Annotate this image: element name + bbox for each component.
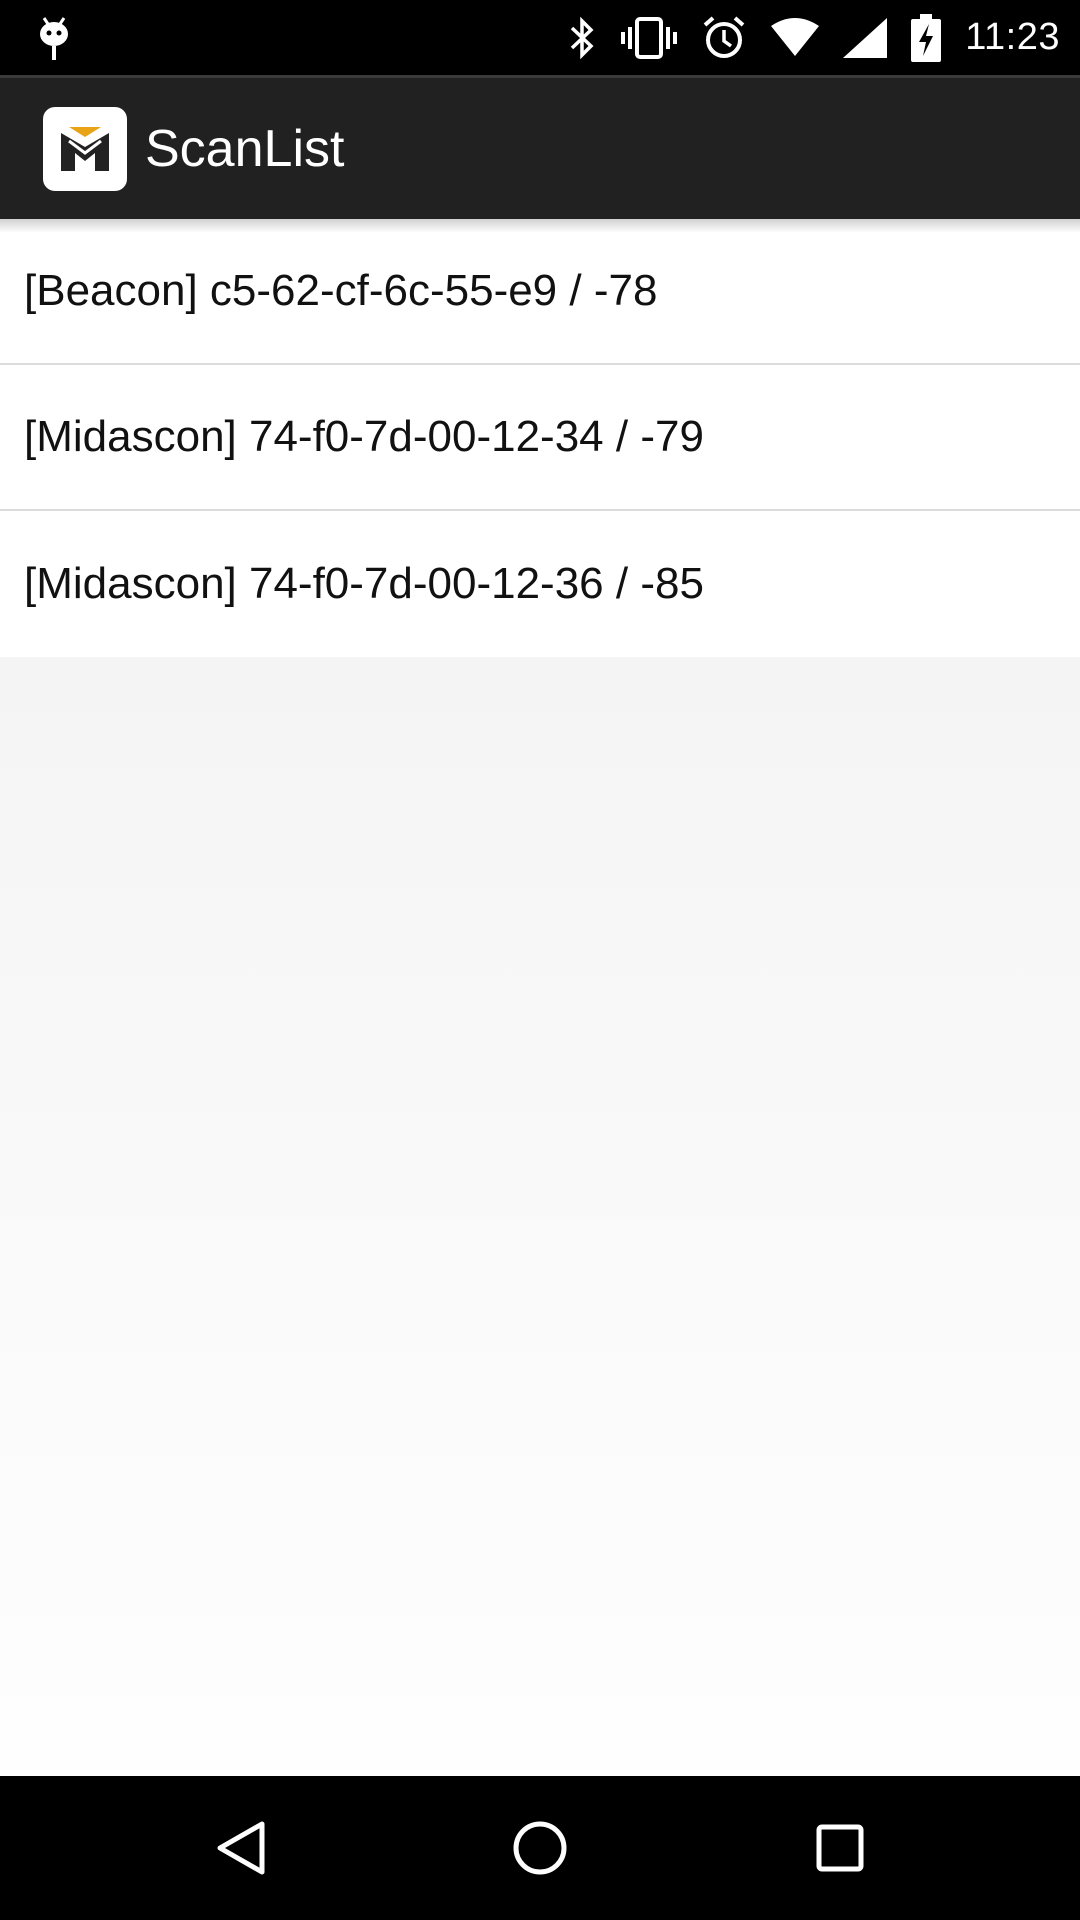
back-button[interactable]: [160, 1776, 320, 1920]
back-icon: [217, 1821, 265, 1875]
bluetooth-icon: [571, 16, 594, 59]
home-button[interactable]: [460, 1776, 620, 1920]
app-title: ScanList: [145, 119, 345, 178]
recents-button[interactable]: [760, 1776, 920, 1920]
vibrate-icon: [621, 16, 678, 59]
navigation-bar: [0, 1776, 1080, 1920]
action-bar: ScanList: [0, 75, 1080, 219]
status-clock: 11:23: [965, 16, 1060, 58]
list-item[interactable]: [Midascon] 74-f0-7d-00-12-34 / -79: [0, 365, 1080, 511]
android-debug-icon: [34, 12, 74, 62]
status-bar: 11:23: [0, 0, 1080, 75]
battery-charging-icon: [911, 13, 942, 62]
list-item[interactable]: [Midascon] 74-f0-7d-00-12-36 / -85: [0, 511, 1080, 657]
alarm-icon: [703, 15, 745, 58]
app-logo-icon[interactable]: [43, 106, 127, 191]
home-icon: [513, 1821, 567, 1875]
recents-icon: [816, 1824, 864, 1872]
list-item[interactable]: [Beacon] c5-62-cf-6c-55-e9 / -78: [0, 219, 1080, 365]
action-bar-shadow: [0, 219, 1080, 233]
wifi-icon: [771, 17, 820, 56]
signal-icon: [843, 17, 888, 58]
scan-list: [Beacon] c5-62-cf-6c-55-e9 / -78 [Midasc…: [0, 219, 1080, 657]
scan-list-container[interactable]: [Beacon] c5-62-cf-6c-55-e9 / -78 [Midasc…: [0, 219, 1080, 1776]
